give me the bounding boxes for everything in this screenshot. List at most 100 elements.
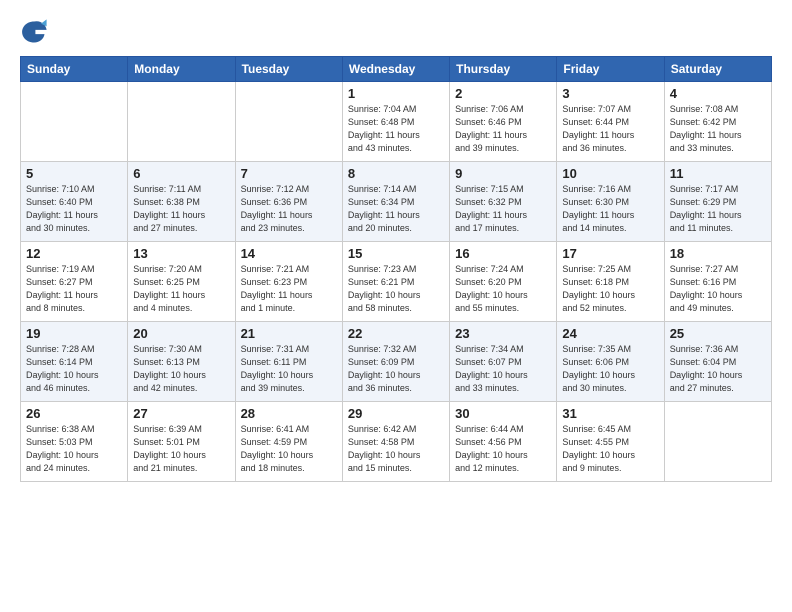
day-info: Sunrise: 6:41 AM Sunset: 4:59 PM Dayligh… [241,423,337,475]
day-number: 31 [562,406,658,421]
calendar-cell: 16 Sunrise: 7:24 AM Sunset: 6:20 PM Dayli… [450,242,557,322]
col-header-monday: Monday [128,57,235,82]
calendar-cell: 22Sunrise: 7:32 AM Sunset: 6:09 PM Dayli… [342,322,449,402]
day-number: 7 [241,166,337,181]
day-info: Sunrise: 7:19 AM Sunset: 6:27 PM Dayligh… [26,263,122,315]
day-info: Sunrise: 7:07 AM Sunset: 6:44 PM Dayligh… [562,103,658,155]
day-number: 29 [348,406,444,421]
day-number: 1 [348,86,444,101]
day-info: Sunrise: 6:39 AM Sunset: 5:01 PM Dayligh… [133,423,229,475]
calendar-week-row: 26 Sunrise: 6:38 AM Sunset: 5:03 PM Dayli… [21,402,772,482]
calendar-cell: 11Sunrise: 7:17 AM Sunset: 6:29 PM Dayli… [664,162,771,242]
day-info: Sunrise: 7:21 AM Sunset: 6:23 PM Dayligh… [241,263,337,315]
day-number: 13 [133,246,229,261]
day-number: 14 [241,246,337,261]
day-number: 25 [670,326,766,341]
calendar-cell: 23 Sunrise: 7:34 AM Sunset: 6:07 PM Dayli… [450,322,557,402]
day-number: 11 [670,166,766,181]
day-number: 18 [670,246,766,261]
day-info: Sunrise: 7:14 AM Sunset: 6:34 PM Dayligh… [348,183,444,235]
day-info: Sunrise: 7:16 AM Sunset: 6:30 PM Dayligh… [562,183,658,235]
calendar-cell: 24 Sunrise: 7:35 AM Sunset: 6:06 PM Dayli… [557,322,664,402]
day-number: 6 [133,166,229,181]
calendar-cell: 10 Sunrise: 7:16 AM Sunset: 6:30 PM Dayli… [557,162,664,242]
day-number: 27 [133,406,229,421]
calendar-header-row: SundayMondayTuesdayWednesdayThursdayFrid… [21,57,772,82]
day-info: Sunrise: 6:42 AM Sunset: 4:58 PM Dayligh… [348,423,444,475]
calendar-cell: 6 Sunrise: 7:11 AM Sunset: 6:38 PM Daylig… [128,162,235,242]
day-info: Sunrise: 7:15 AM Sunset: 6:32 PM Dayligh… [455,183,551,235]
day-number: 4 [670,86,766,101]
calendar-cell: 30 Sunrise: 6:44 AM Sunset: 4:56 PM Dayli… [450,402,557,482]
calendar-cell: 27 Sunrise: 6:39 AM Sunset: 5:01 PM Dayli… [128,402,235,482]
day-number: 9 [455,166,551,181]
calendar-cell [235,82,342,162]
calendar-cell: 25 Sunrise: 7:36 AM Sunset: 6:04 PM Dayli… [664,322,771,402]
calendar-cell: 5 Sunrise: 7:10 AM Sunset: 6:40 PM Daylig… [21,162,128,242]
calendar-cell: 15 Sunrise: 7:23 AM Sunset: 6:21 PM Dayli… [342,242,449,322]
day-number: 23 [455,326,551,341]
day-number: 8 [348,166,444,181]
calendar-cell: 29 Sunrise: 6:42 AM Sunset: 4:58 PM Dayli… [342,402,449,482]
calendar-cell: 28Sunrise: 6:41 AM Sunset: 4:59 PM Dayli… [235,402,342,482]
page: SundayMondayTuesdayWednesdayThursdayFrid… [0,0,792,612]
calendar-week-row: 12 Sunrise: 7:19 AM Sunset: 6:27 PM Dayli… [21,242,772,322]
calendar-cell: 31 Sunrise: 6:45 AM Sunset: 4:55 PM Dayli… [557,402,664,482]
col-header-wednesday: Wednesday [342,57,449,82]
day-info: Sunrise: 7:11 AM Sunset: 6:38 PM Dayligh… [133,183,229,235]
day-number: 30 [455,406,551,421]
col-header-friday: Friday [557,57,664,82]
day-number: 15 [348,246,444,261]
day-info: Sunrise: 7:23 AM Sunset: 6:21 PM Dayligh… [348,263,444,315]
day-number: 10 [562,166,658,181]
calendar-cell: 1Sunrise: 7:04 AM Sunset: 6:48 PM Daylig… [342,82,449,162]
day-number: 26 [26,406,122,421]
calendar-cell: 7 Sunrise: 7:12 AM Sunset: 6:36 PM Daylig… [235,162,342,242]
day-info: Sunrise: 7:27 AM Sunset: 6:16 PM Dayligh… [670,263,766,315]
calendar-cell: 17Sunrise: 7:25 AM Sunset: 6:18 PM Dayli… [557,242,664,322]
day-info: Sunrise: 7:32 AM Sunset: 6:09 PM Dayligh… [348,343,444,395]
col-header-tuesday: Tuesday [235,57,342,82]
header [20,16,772,46]
col-header-thursday: Thursday [450,57,557,82]
calendar-cell [21,82,128,162]
calendar-cell: 14 Sunrise: 7:21 AM Sunset: 6:23 PM Dayli… [235,242,342,322]
day-info: Sunrise: 7:08 AM Sunset: 6:42 PM Dayligh… [670,103,766,155]
col-header-sunday: Sunday [21,57,128,82]
day-number: 5 [26,166,122,181]
calendar-week-row: 5 Sunrise: 7:10 AM Sunset: 6:40 PM Daylig… [21,162,772,242]
day-number: 16 [455,246,551,261]
day-number: 20 [133,326,229,341]
calendar-cell: 13 Sunrise: 7:20 AM Sunset: 6:25 PM Dayli… [128,242,235,322]
day-info: Sunrise: 6:44 AM Sunset: 4:56 PM Dayligh… [455,423,551,475]
day-info: Sunrise: 7:34 AM Sunset: 6:07 PM Dayligh… [455,343,551,395]
day-info: Sunrise: 6:45 AM Sunset: 4:55 PM Dayligh… [562,423,658,475]
day-info: Sunrise: 7:10 AM Sunset: 6:40 PM Dayligh… [26,183,122,235]
calendar-cell: 18 Sunrise: 7:27 AM Sunset: 6:16 PM Dayli… [664,242,771,322]
calendar-cell: 19 Sunrise: 7:28 AM Sunset: 6:14 PM Dayli… [21,322,128,402]
calendar-week-row: 1Sunrise: 7:04 AM Sunset: 6:48 PM Daylig… [21,82,772,162]
calendar-week-row: 19 Sunrise: 7:28 AM Sunset: 6:14 PM Dayli… [21,322,772,402]
day-info: Sunrise: 7:28 AM Sunset: 6:14 PM Dayligh… [26,343,122,395]
calendar-cell: 4 Sunrise: 7:08 AM Sunset: 6:42 PM Daylig… [664,82,771,162]
day-number: 2 [455,86,551,101]
day-info: Sunrise: 7:36 AM Sunset: 6:04 PM Dayligh… [670,343,766,395]
day-info: Sunrise: 7:12 AM Sunset: 6:36 PM Dayligh… [241,183,337,235]
day-info: Sunrise: 6:38 AM Sunset: 5:03 PM Dayligh… [26,423,122,475]
logo-icon [20,18,48,46]
day-info: Sunrise: 7:30 AM Sunset: 6:13 PM Dayligh… [133,343,229,395]
day-number: 12 [26,246,122,261]
day-number: 19 [26,326,122,341]
day-number: 24 [562,326,658,341]
calendar-cell [664,402,771,482]
day-info: Sunrise: 7:25 AM Sunset: 6:18 PM Dayligh… [562,263,658,315]
logo [20,16,50,46]
calendar-cell: 3 Sunrise: 7:07 AM Sunset: 6:44 PM Daylig… [557,82,664,162]
day-info: Sunrise: 7:35 AM Sunset: 6:06 PM Dayligh… [562,343,658,395]
day-info: Sunrise: 7:24 AM Sunset: 6:20 PM Dayligh… [455,263,551,315]
day-number: 3 [562,86,658,101]
day-info: Sunrise: 7:06 AM Sunset: 6:46 PM Dayligh… [455,103,551,155]
day-info: Sunrise: 7:20 AM Sunset: 6:25 PM Dayligh… [133,263,229,315]
calendar-cell: 12 Sunrise: 7:19 AM Sunset: 6:27 PM Dayli… [21,242,128,322]
calendar-cell: 26 Sunrise: 6:38 AM Sunset: 5:03 PM Dayli… [21,402,128,482]
